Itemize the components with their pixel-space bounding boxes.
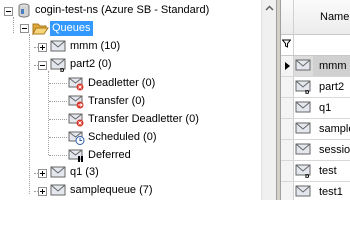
queue-envelope-icon (295, 59, 311, 71)
scroll-up-button[interactable] (262, 0, 277, 16)
tree-item-queue-q1[interactable]: q1 (3) (68, 164, 101, 181)
queue-list-grid[interactable]: Name mmm p part2 q1 sample (281, 0, 350, 200)
tree-connector (49, 119, 67, 120)
grid-header: Name (281, 0, 350, 35)
namespace-collapse-toggle[interactable] (4, 7, 13, 16)
tree-vertical-scrollbar[interactable] (261, 0, 277, 200)
subqueue-label: Deadletter (0) (88, 77, 156, 89)
queue-label: part2 (0) (70, 58, 112, 70)
queue-explorer-tree[interactable]: cogin-test-ns (Azure SB - Standard) Queu… (0, 0, 261, 200)
row-header[interactable] (281, 56, 294, 76)
open-folder-icon (32, 23, 49, 36)
namespace-label: cogin-test-ns (Azure SB - Standard) (35, 4, 210, 16)
grid-row-test[interactable]: p test (281, 161, 350, 182)
row-header[interactable] (281, 140, 294, 160)
queue-label: mmm (10) (70, 40, 121, 52)
queues-collapse-toggle[interactable] (20, 24, 29, 33)
grid-cell-name: part2 (319, 81, 345, 93)
tree-connector (49, 137, 67, 138)
svg-text:p: p (305, 173, 309, 178)
tree-item-scheduled[interactable]: Scheduled (0) (86, 129, 159, 146)
tree-item-queue-mmm[interactable]: mmm (10) (68, 38, 122, 55)
tree-item-deadletter[interactable]: Deadletter (0) (86, 75, 157, 92)
partitioned-queue-icon: p (50, 58, 66, 72)
grid-row-q1[interactable]: q1 (281, 98, 350, 119)
queue-envelope-icon (295, 122, 311, 134)
svg-text:p: p (305, 89, 309, 94)
partitioned-queue-icon: p (295, 164, 311, 178)
row-header[interactable] (281, 161, 294, 181)
tree-item-queue-samplequeue[interactable]: samplequeue (7) (68, 182, 155, 199)
tree-item-namespace[interactable]: cogin-test-ns (Azure SB - Standard) (33, 2, 211, 19)
tree-connector (49, 83, 67, 84)
subqueue-label: Deferred (88, 149, 131, 161)
tree-connector (49, 155, 67, 156)
tree-item-transfer-deadletter[interactable]: Transfer Deadletter (0) (86, 111, 201, 128)
row-header[interactable] (281, 119, 294, 139)
grid-row-sample[interactable]: sample (281, 119, 350, 140)
grid-corner-header (281, 0, 294, 34)
chevron-up-icon (265, 5, 274, 11)
subqueue-label: Transfer (0) (88, 95, 146, 107)
queue-mmm-expand-toggle[interactable] (38, 43, 47, 52)
grid-row-mmm[interactable]: mmm (281, 56, 350, 77)
svg-text:p: p (60, 67, 64, 72)
partitioned-queue-icon: p (295, 80, 311, 94)
queue-envelope-icon (295, 143, 311, 155)
queue-samplequeue-expand-toggle[interactable] (38, 187, 47, 196)
grid-filter-row (281, 35, 350, 56)
transfer-icon (68, 95, 84, 109)
grid-row-test1[interactable]: test1 (281, 182, 350, 200)
tree-item-transfer[interactable]: Transfer (0) (86, 93, 147, 110)
queue-label: samplequeue (7) (70, 184, 153, 196)
deferred-pause-icon (68, 149, 83, 162)
scheduled-clock-icon (68, 131, 85, 145)
queues-folder-label: Queues (50, 21, 93, 36)
row-header[interactable] (281, 98, 294, 118)
grid-cell-name: test1 (319, 186, 343, 198)
queue-envelope-icon (50, 184, 66, 196)
tree-connector (49, 101, 67, 102)
queue-q1-expand-toggle[interactable] (38, 169, 47, 178)
queue-envelope-icon (50, 166, 66, 178)
queue-envelope-icon (295, 101, 311, 113)
grid-cell-name: sample (319, 123, 350, 135)
filter-icon[interactable] (282, 39, 291, 48)
name-filter-cell[interactable] (293, 35, 350, 55)
transfer-deadletter-icon (68, 113, 84, 127)
grid-row-part2[interactable]: p part2 (281, 77, 350, 98)
grid-cell-name: q1 (319, 102, 332, 114)
service-bus-namespace-icon (18, 3, 30, 18)
grid-cell-name: session (319, 144, 350, 156)
subqueue-label: Transfer Deadletter (0) (88, 113, 199, 125)
queue-envelope-icon (295, 185, 311, 197)
row-header[interactable] (281, 77, 294, 97)
tree-connector (13, 17, 14, 33)
deadletter-icon (68, 77, 84, 91)
tree-item-queue-part2[interactable]: part2 (0) (68, 56, 114, 73)
queue-envelope-icon (50, 40, 66, 52)
name-column-header[interactable]: Name (320, 11, 349, 23)
grid-row-session[interactable]: session (281, 140, 350, 161)
subqueue-label: Scheduled (0) (88, 131, 157, 143)
tree-connector (29, 34, 30, 194)
current-row-arrow-icon (285, 62, 290, 70)
queue-label: q1 (3) (70, 166, 99, 178)
tree-item-queues[interactable]: Queues (50, 20, 93, 37)
tree-item-deferred[interactable]: Deferred (86, 147, 133, 164)
queue-part2-collapse-toggle[interactable] (38, 61, 47, 70)
row-header[interactable] (281, 182, 294, 200)
grid-cell-name: test (319, 165, 337, 177)
grid-cell-name: mmm (319, 60, 347, 72)
